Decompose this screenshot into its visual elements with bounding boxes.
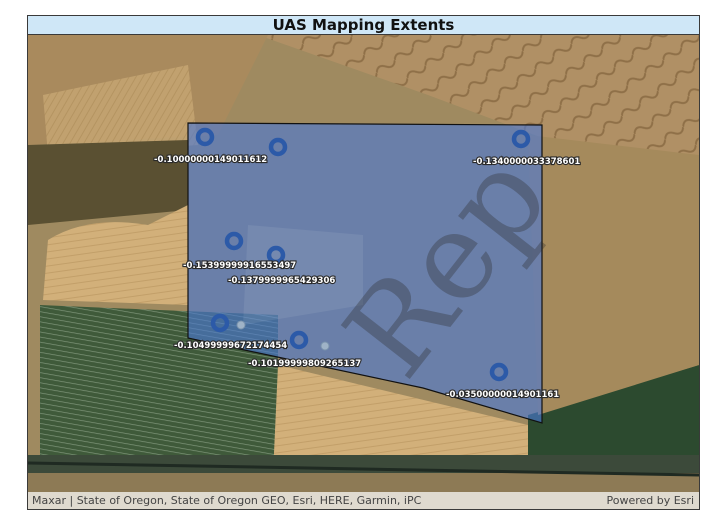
- point-label: -0.10199999809265137: [248, 359, 361, 369]
- attribution-text[interactable]: Maxar | State of Oregon, State of Oregon…: [32, 494, 421, 507]
- point-label: -0.1340000033378601: [473, 157, 580, 167]
- dark-field: [28, 140, 188, 225]
- point-label: -0.10499999672174454: [174, 341, 287, 351]
- point-label: -0.03500000014901161: [446, 390, 559, 400]
- map-view[interactable]: -0.10000000149011612 -0.1340000033378601…: [28, 35, 699, 509]
- attribution-bar: Maxar | State of Oregon, State of Oregon…: [28, 492, 699, 509]
- faint-point-marker: [320, 341, 330, 351]
- faint-point-marker: [236, 320, 246, 330]
- map-frame: UAS Mapping Extents -0.10000000149011612…: [27, 15, 700, 510]
- point-label: -0.1379999965429306: [228, 276, 335, 286]
- point-label: -0.10000000149011612: [154, 155, 267, 165]
- point-label: -0.15399999916553497: [183, 261, 296, 271]
- map-canvas[interactable]: -0.10000000149011612 -0.1340000033378601…: [28, 35, 699, 509]
- map-title: UAS Mapping Extents: [28, 16, 699, 35]
- powered-by-esri[interactable]: Powered by Esri: [606, 494, 694, 507]
